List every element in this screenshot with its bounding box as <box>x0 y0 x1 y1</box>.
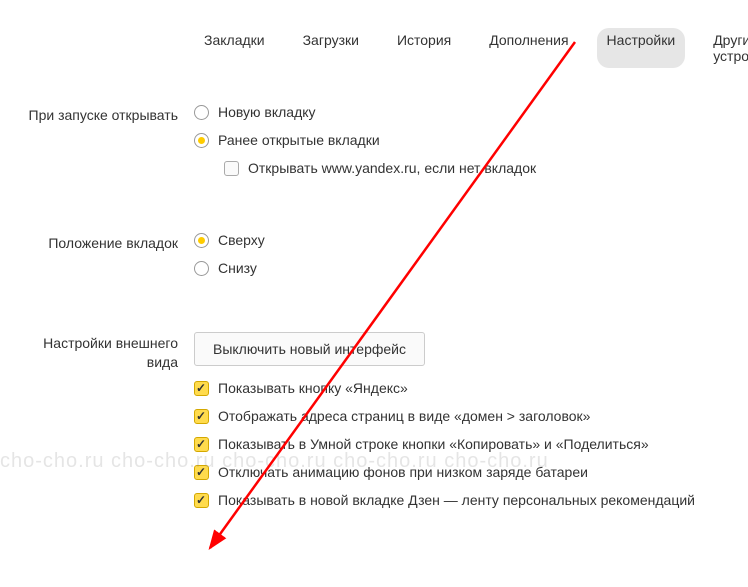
radio-prev-tabs-row[interactable]: Ранее открытые вкладки <box>194 132 738 148</box>
section-appearance-label: Настройки внешнего вида <box>10 332 194 520</box>
check-address-format-row[interactable]: Отображать адреса страниц в виде «домен … <box>194 408 738 424</box>
radio-new-tab-label: Новую вкладку <box>218 104 316 120</box>
check-smart-line-row[interactable]: Показывать в Умной строке кнопки «Копиро… <box>194 436 738 452</box>
tab-addons[interactable]: Дополнения <box>479 28 578 68</box>
check-yandex-button-label: Показывать кнопку «Яндекс» <box>218 380 408 396</box>
section-startup-label: При запуске открывать <box>10 104 194 188</box>
section-tab-position: Положение вкладок Сверху Снизу <box>10 232 738 288</box>
check-yandex-button-row[interactable]: Показывать кнопку «Яндекс» <box>194 380 738 396</box>
radio-top-row[interactable]: Сверху <box>194 232 738 248</box>
check-disable-anim[interactable] <box>194 465 209 480</box>
tab-settings[interactable]: Настройки <box>597 28 686 68</box>
check-zen-feed-label: Показывать в новой вкладке Дзен — ленту … <box>218 492 695 508</box>
tab-history[interactable]: История <box>387 28 461 68</box>
check-disable-anim-label: Отключать анимацию фонов при низком заря… <box>218 464 588 480</box>
radio-bottom-label: Снизу <box>218 260 257 276</box>
check-address-format[interactable] <box>194 409 209 424</box>
section-tab-position-label: Положение вкладок <box>10 232 194 288</box>
radio-prev-tabs-label: Ранее открытые вкладки <box>218 132 380 148</box>
tab-downloads[interactable]: Загрузки <box>293 28 369 68</box>
section-startup: При запуске открывать Новую вкладку Ране… <box>10 104 738 188</box>
check-yandex-button[interactable] <box>194 381 209 396</box>
tabs-bar: Закладки Загрузки История Дополнения Нас… <box>0 0 748 68</box>
check-smart-line[interactable] <box>194 437 209 452</box>
check-open-yandex-label: Открывать www.yandex.ru, если нет вкладо… <box>248 160 536 176</box>
check-address-format-label: Отображать адреса страниц в виде «домен … <box>218 408 590 424</box>
check-smart-line-label: Показывать в Умной строке кнопки «Копиро… <box>218 436 649 452</box>
radio-bottom-row[interactable]: Снизу <box>194 260 738 276</box>
radio-bottom[interactable] <box>194 261 209 276</box>
check-zen-feed[interactable] <box>194 493 209 508</box>
tab-other-devices[interactable]: Другие устройства <box>703 28 748 68</box>
radio-new-tab-row[interactable]: Новую вкладку <box>194 104 738 120</box>
section-appearance: Настройки внешнего вида Выключить новый … <box>10 332 738 520</box>
check-open-yandex-row[interactable]: Открывать www.yandex.ru, если нет вкладо… <box>224 160 738 176</box>
radio-prev-tabs[interactable] <box>194 133 209 148</box>
radio-top-label: Сверху <box>218 232 265 248</box>
tab-bookmarks[interactable]: Закладки <box>194 28 275 68</box>
check-open-yandex[interactable] <box>224 161 239 176</box>
check-disable-anim-row[interactable]: Отключать анимацию фонов при низком заря… <box>194 464 738 480</box>
radio-new-tab[interactable] <box>194 105 209 120</box>
disable-new-ui-button[interactable]: Выключить новый интерфейс <box>194 332 425 366</box>
radio-top[interactable] <box>194 233 209 248</box>
check-zen-feed-row[interactable]: Показывать в новой вкладке Дзен — ленту … <box>194 492 738 508</box>
